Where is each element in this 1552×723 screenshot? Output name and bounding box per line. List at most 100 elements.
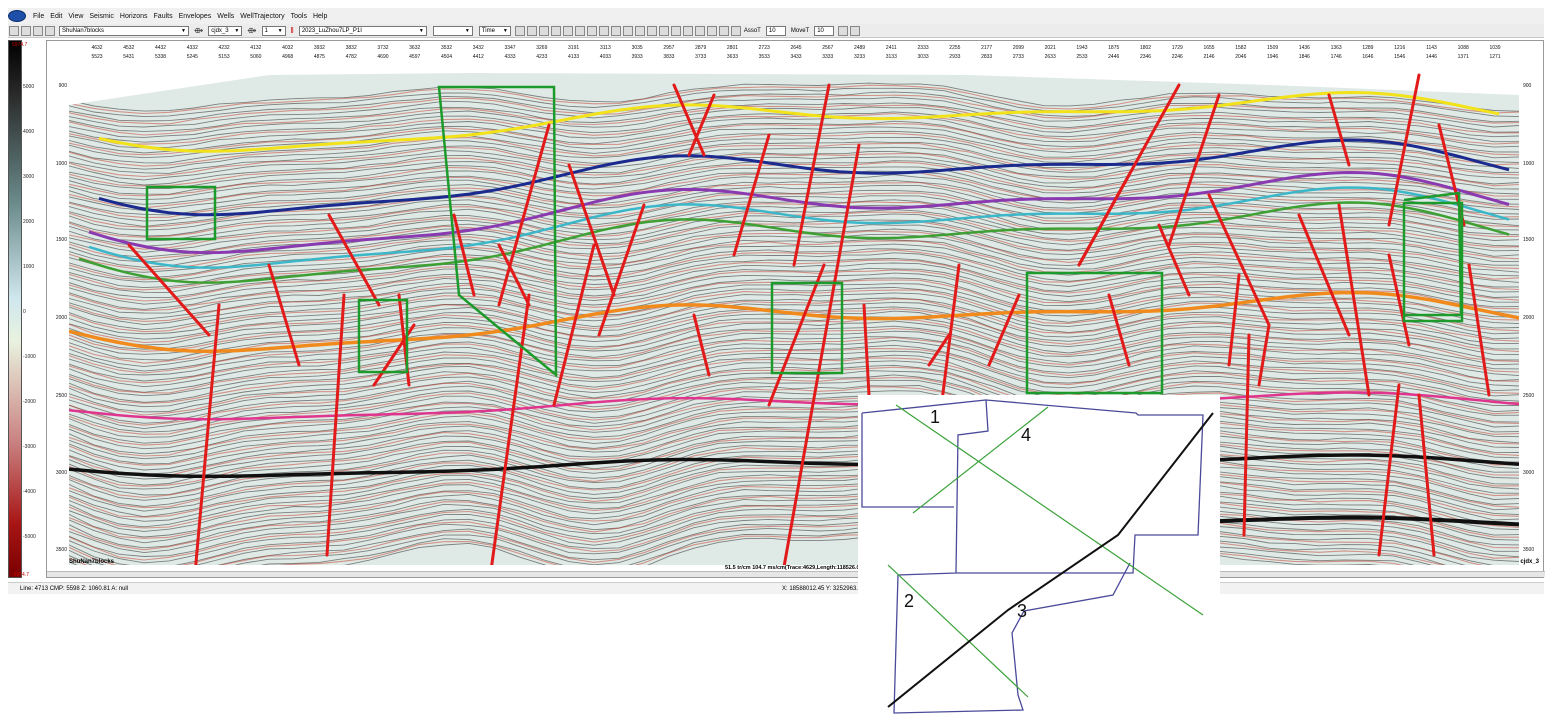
cmp-tick: 4690: [377, 54, 389, 60]
trace-tick: 1875: [1108, 45, 1120, 51]
trace-tick: 3347: [504, 45, 516, 51]
snap-icon[interactable]: [670, 25, 681, 36]
horizon-pick-icon[interactable]: [634, 25, 645, 36]
grid-icon[interactable]: [550, 25, 561, 36]
seismic-canvas[interactable]: [69, 65, 1519, 565]
project-select[interactable]: ShuNan7blocks ▼: [59, 25, 189, 36]
trace-tick: 4032: [282, 45, 294, 51]
horizon-icon: ⟴: [194, 26, 204, 35]
menu-faults[interactable]: Faults: [151, 13, 176, 20]
palette-icon[interactable]: [718, 25, 729, 36]
cmp-tick: 1946: [1267, 54, 1279, 60]
menu-horizons[interactable]: Horizons: [117, 13, 151, 20]
cmp-tick: 2446: [1108, 54, 1120, 60]
open-folder-icon[interactable]: [21, 25, 31, 36]
track-icon[interactable]: [646, 25, 657, 36]
layers-icon[interactable]: [730, 25, 741, 36]
trace-tick: 3191: [568, 45, 580, 51]
save-icon[interactable]: [33, 25, 43, 36]
trace-tick: 2021: [1044, 45, 1056, 51]
trace-tick: 2333: [917, 45, 929, 51]
refresh-icon[interactable]: [610, 25, 621, 36]
time-mode-select[interactable]: Time ▼: [478, 25, 511, 36]
export-icon[interactable]: [838, 25, 849, 36]
menu-view[interactable]: View: [65, 13, 86, 20]
menu-wells[interactable]: Wells: [214, 13, 237, 20]
trace-tick: 2255: [949, 45, 961, 51]
info-icon[interactable]: [850, 25, 861, 36]
step-select[interactable]: 1 ▼: [261, 25, 286, 36]
settings-icon[interactable]: [538, 25, 549, 36]
time-tick: 1000: [55, 161, 67, 167]
cmp-tick: 4875: [313, 54, 325, 60]
time-tick: 900: [1523, 83, 1532, 89]
cmp-tick: 4782: [345, 54, 357, 60]
zoom-in-icon[interactable]: [562, 25, 573, 36]
cmp-tick: 3633: [726, 54, 739, 60]
trace-tick: 2489: [853, 45, 866, 51]
time-tick: 3000: [1523, 470, 1535, 476]
colorbar-tick: 0: [23, 309, 26, 315]
cmp-tick: 3533: [758, 54, 770, 60]
time-tick: 2000: [1523, 315, 1535, 321]
fit-icon[interactable]: [598, 25, 609, 36]
trace-tick: 2567: [822, 45, 834, 51]
filter-select[interactable]: ▼: [432, 25, 473, 36]
cmp-tick: 1646: [1362, 54, 1374, 60]
cmp-tick: 4504: [440, 54, 453, 60]
trace-tick: 2879: [695, 45, 707, 51]
movet-label: MoveT: [790, 27, 810, 34]
menu-envelopes[interactable]: Envelopes: [176, 13, 215, 20]
menu-seismic[interactable]: Seismic: [86, 13, 117, 20]
time-tick: 3500: [55, 547, 67, 553]
menu-tools[interactable]: Tools: [288, 13, 310, 20]
menu-file[interactable]: File: [30, 13, 47, 20]
trace-tick: 4432: [154, 45, 167, 51]
movet-select[interactable]: 10: [814, 25, 835, 36]
line-label-2: 2: [904, 591, 915, 611]
trace-tick: 3832: [345, 45, 357, 51]
trace-tick: 1436: [1298, 45, 1310, 51]
print-icon[interactable]: [45, 25, 55, 36]
colorbar-tick: 2000: [23, 219, 35, 225]
well-icon[interactable]: [706, 25, 717, 36]
trace-tick: 1655: [1203, 45, 1215, 51]
wiggle-icon[interactable]: [514, 25, 525, 36]
cmp-tick: 5153: [218, 54, 230, 60]
assot-select[interactable]: 10: [765, 25, 786, 36]
colorbar-tick: 4000: [23, 129, 35, 135]
app-logo-icon: [8, 10, 26, 22]
cmp-tick: 2633: [1044, 54, 1056, 60]
fault-pick-icon[interactable]: [622, 25, 633, 36]
time-tick: 1000: [1523, 161, 1535, 167]
line-select[interactable]: 2023_LuZhou7LP_P1I ▼: [298, 25, 427, 36]
line-label-3: 3: [1017, 601, 1028, 621]
zoom-out-icon[interactable]: [574, 25, 585, 36]
time-tick: 3500: [1523, 547, 1535, 553]
measure-icon[interactable]: [694, 25, 705, 36]
erase-icon[interactable]: [658, 25, 669, 36]
time-tick: 2000: [55, 315, 67, 321]
cmp-tick: 3133: [885, 54, 897, 60]
cmp-tick: 5338: [154, 54, 167, 60]
status-cursor-info: Line: 4713 CMP: 5598 Z: 1060.81 A: null: [20, 585, 129, 592]
seismic-section-panel[interactable]: 4632 5523 4532 5431 4432 5338 4332 5245 4232 5153…: [46, 40, 1545, 578]
cmp-tick: 2533: [1076, 54, 1088, 60]
cmp-tick: 2933: [949, 54, 961, 60]
color-display-icon[interactable]: [526, 25, 537, 36]
cmp-tick: 1846: [1298, 54, 1310, 60]
trace-tick: 4232: [218, 45, 230, 51]
pointer-icon[interactable]: [682, 25, 693, 36]
line-label-4: 4: [1021, 425, 1032, 445]
horizontal-scrollbar[interactable]: [47, 571, 1545, 577]
trace-tick: 1039: [1489, 45, 1501, 51]
menu-help[interactable]: Help: [310, 13, 330, 20]
cmp-tick: 4597: [409, 54, 421, 60]
cmp-tick: 3733: [695, 54, 707, 60]
horizon-select[interactable]: cjdx_3 ▼: [208, 25, 243, 36]
zoom-box-icon[interactable]: [586, 25, 597, 36]
menu-welltrajectory[interactable]: WellTrajectory: [237, 13, 287, 20]
status-coordinates: X: 18588012.45 Y: 3252963.71: [782, 585, 865, 592]
new-file-icon[interactable]: [9, 25, 19, 36]
menu-edit[interactable]: Edit: [47, 13, 65, 20]
